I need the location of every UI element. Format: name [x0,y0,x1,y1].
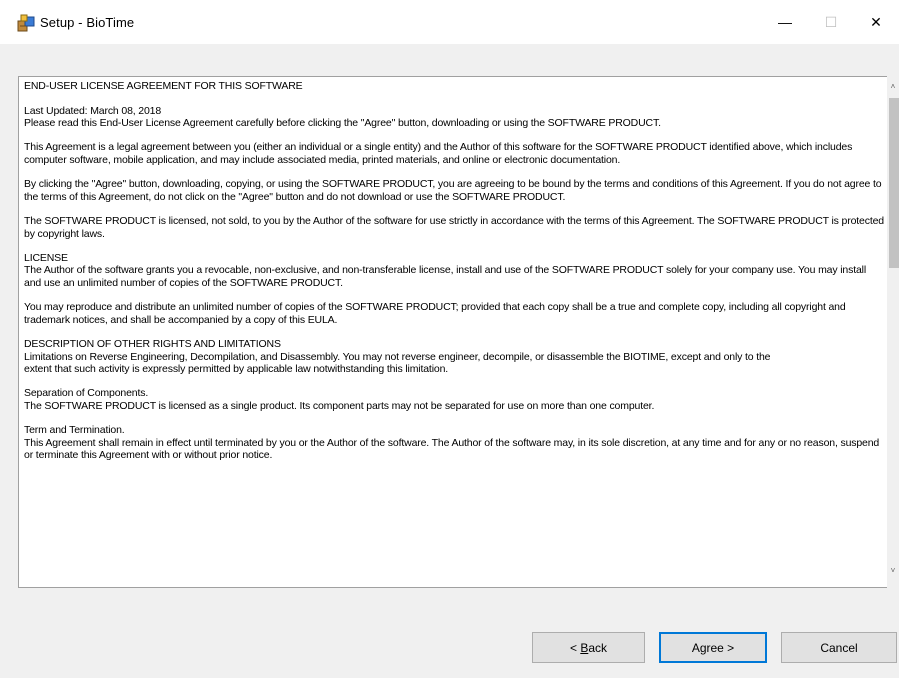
license-paragraph: Last Updated: March 08, 2018 Please read… [24,104,661,129]
scroll-down-icon[interactable]: ˅ [887,564,899,578]
maximize-button: ☐ [808,0,854,44]
vertical-scrollbar[interactable]: ˄ ˅ [887,76,899,588]
minimize-icon: — [778,14,792,30]
cancel-label: Cancel [820,640,858,655]
license-paragraph: DESCRIPTION OF OTHER RIGHTS AND LIMITATI… [24,338,771,375]
window-title: Setup - BioTime [40,15,135,30]
scroll-up-icon[interactable]: ˄ [887,80,899,94]
back-button[interactable]: < Back [532,632,645,663]
agree-button[interactable]: Agree > [659,632,767,663]
license-paragraph: END-USER LICENSE AGREEMENT FOR THIS SOFT… [24,80,303,92]
agree-label: Agree > [691,640,735,655]
setup-box-icon [17,14,35,32]
license-text: END-USER LICENSE AGREEMENT FOR THIS SOFT… [24,80,885,584]
maximize-icon: ☐ [824,13,838,30]
license-paragraph: LICENSE The Author of the software grant… [24,252,867,289]
license-paragraph: This Agreement is a legal agreement betw… [24,141,853,166]
title-bar: Setup - BioTime — ☐ ✕ [0,0,899,44]
license-paragraph: Term and Termination. This Agreement sha… [24,424,880,461]
license-paragraph: Separation of Components. The SOFTWARE P… [24,387,655,412]
minimize-button[interactable]: — [762,0,808,44]
close-button[interactable]: ✕ [853,0,899,44]
license-paragraph: You may reproduce and distribute an unli… [24,301,846,326]
close-icon: ✕ [870,13,882,30]
back-accelerator: B [580,640,589,655]
license-paragraph: The SOFTWARE PRODUCT is licensed, not so… [24,215,884,240]
license-paragraph: By clicking the "Agree" button, download… [24,178,882,203]
back-label-rest: ack [588,640,608,655]
scrollbar-thumb[interactable] [889,98,899,268]
cancel-button[interactable]: Cancel [781,632,897,663]
license-text-area[interactable]: END-USER LICENSE AGREEMENT FOR THIS SOFT… [18,76,888,588]
back-label-prefix: < [569,640,581,655]
